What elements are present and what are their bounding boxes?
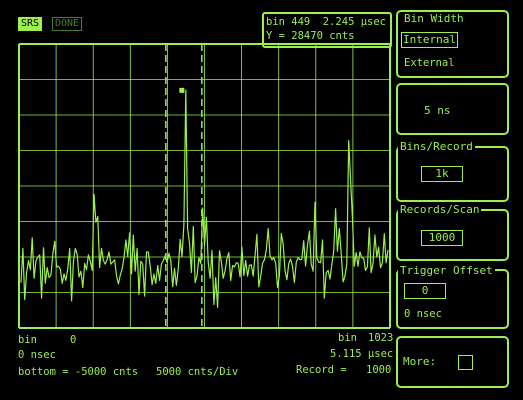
- right-time: 5.115 µsec: [330, 348, 394, 360]
- record-value: 1000: [366, 364, 392, 376]
- more-label: More:: [403, 355, 437, 368]
- left-bin-label: bin: [18, 334, 37, 346]
- right-bin-label: bin: [338, 332, 357, 344]
- records-per-scan-value[interactable]: 1000: [421, 230, 463, 246]
- more-checkbox[interactable]: [458, 355, 473, 370]
- trigger-offset-value[interactable]: 0: [404, 283, 446, 299]
- bin-width-value[interactable]: 5 ns: [424, 105, 451, 117]
- bins-per-record-value[interactable]: 1k: [421, 166, 463, 182]
- right-bin-value: 1023: [368, 332, 394, 344]
- trigger-offset-unit: 0 nsec: [404, 308, 442, 320]
- waveform-plot[interactable]: [0, 0, 395, 335]
- record-label: Record =: [296, 364, 347, 376]
- plot-grid: [18, 43, 391, 329]
- records-per-scan-title: Records/Scan: [398, 203, 482, 216]
- left-bin-value: 0: [70, 334, 77, 346]
- bin-width-internal-option[interactable]: Internal: [401, 32, 458, 48]
- bin-width-external-option[interactable]: External: [404, 57, 455, 69]
- bin-width-title: Bin Width: [402, 12, 466, 25]
- cursor-marker: [179, 87, 185, 93]
- left-time: 0 nsec: [18, 349, 56, 361]
- scale-text: 5000 cnts/Div: [156, 366, 239, 378]
- bin-width-value-box[interactable]: [396, 83, 509, 135]
- trigger-offset-box[interactable]: [396, 269, 509, 329]
- bottom-text: bottom = -5000 cnts: [18, 366, 139, 378]
- trigger-offset-title: Trigger Offset: [398, 264, 495, 277]
- bins-per-record-title: Bins/Record: [398, 140, 475, 153]
